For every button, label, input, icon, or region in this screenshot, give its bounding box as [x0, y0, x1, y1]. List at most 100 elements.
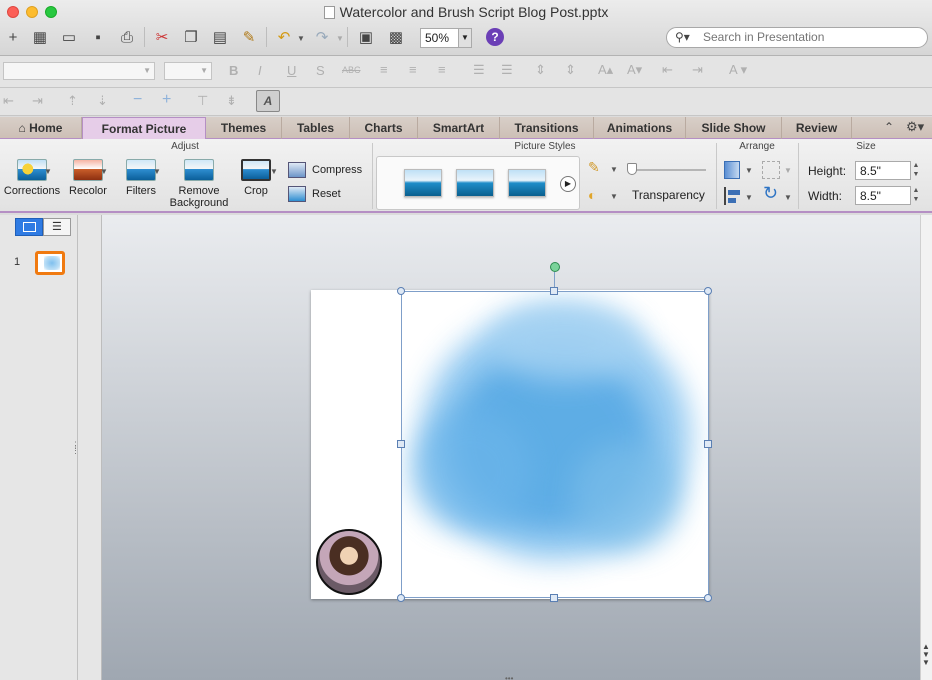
author-avatar[interactable]	[316, 529, 382, 595]
slides-view-button[interactable]	[15, 218, 43, 236]
redo-icon[interactable]: ↷	[311, 26, 333, 48]
picture-style-thumbnail[interactable]	[508, 169, 546, 197]
pane-splitter[interactable]: ⋮ ⋮	[71, 215, 102, 680]
slide-layout-icon[interactable]: ▣	[355, 26, 377, 48]
tab-slide-show[interactable]: Slide Show	[686, 117, 782, 139]
numbering-icon[interactable]: ☰	[501, 62, 513, 78]
resize-handle-top-left[interactable]	[397, 287, 405, 295]
drag-handle-icon[interactable]: ⋮ ⋮	[71, 441, 80, 455]
group-objects-icon[interactable]	[762, 161, 780, 179]
increase-font-icon[interactable]: A▴	[598, 62, 613, 78]
align-center-icon[interactable]: ≡	[409, 62, 417, 77]
save-icon[interactable]: ▪	[87, 26, 109, 48]
move-down-icon[interactable]: ⇣	[97, 93, 108, 109]
tab-transitions[interactable]: Transitions	[500, 117, 594, 139]
paste-icon[interactable]: ▤	[209, 26, 231, 48]
reset-button[interactable]: Reset	[288, 186, 358, 204]
decrease-indent-icon[interactable]: ⇤	[662, 62, 673, 78]
move-up-icon[interactable]: ⇡	[67, 93, 78, 109]
picture-style-thumbnail[interactable]	[404, 169, 442, 197]
help-icon[interactable]: ?	[486, 28, 504, 46]
increase-indent-icon[interactable]: ⇥	[692, 62, 703, 78]
copy-icon[interactable]: ❐	[180, 26, 202, 48]
recolor-button[interactable]: Recolor	[64, 159, 112, 197]
expand-icon[interactable]: +	[162, 91, 171, 109]
font-name-field[interactable]: ▼	[3, 62, 155, 80]
tab-home[interactable]: ⌂ Home	[0, 117, 82, 139]
new-document-icon[interactable]: +	[2, 26, 24, 48]
underline-icon[interactable]: U	[287, 63, 296, 78]
chevron-down-icon[interactable]: ▼	[153, 167, 161, 176]
undo-icon[interactable]: ↶	[273, 26, 295, 48]
italic-icon[interactable]: I	[258, 63, 262, 78]
outline-view-button[interactable]: ☰	[43, 218, 71, 236]
line-spacing-icon[interactable]: ⇕	[535, 62, 546, 78]
crop-button[interactable]: Crop	[234, 159, 278, 197]
tab-animations[interactable]: Animations	[594, 117, 686, 139]
chevron-down-icon[interactable]: ▼	[270, 167, 278, 176]
shadow-icon[interactable]: S	[316, 63, 325, 78]
redo-dropdown-icon[interactable]: ▼	[336, 34, 344, 43]
gear-icon[interactable]: ⚙▾	[906, 119, 924, 135]
align-left-icon[interactable]: ≡	[380, 62, 388, 77]
gallery-next-icon[interactable]: ▶	[560, 176, 576, 192]
corrections-button[interactable]: Corrections	[3, 159, 61, 197]
align-right-icon[interactable]: ≡	[438, 62, 446, 77]
height-stepper-icon[interactable]: ▲ ▼	[911, 161, 921, 180]
chevron-down-icon[interactable]: ▼	[745, 193, 753, 202]
scroll-arrows-icon[interactable]: ▲ ▼ ▼	[922, 643, 930, 667]
paragraph-spacing-icon[interactable]: ⇕	[565, 62, 576, 78]
print-icon[interactable]: ⎙	[116, 26, 138, 48]
compress-button[interactable]: Compress	[288, 162, 368, 180]
height-input[interactable]: 8.5"	[855, 161, 911, 180]
picture-border-icon[interactable]: ✎	[588, 159, 600, 176]
font-color-icon[interactable]: A ▾	[729, 62, 747, 78]
undo-dropdown-icon[interactable]: ▼	[297, 34, 305, 43]
notes-splitter-icon[interactable]: •••	[505, 674, 513, 680]
resize-handle-top-right[interactable]	[704, 287, 712, 295]
collapse-ribbon-icon[interactable]: ⌃	[884, 120, 894, 134]
picture-style-thumbnail[interactable]	[456, 169, 494, 197]
width-stepper-icon[interactable]: ▲ ▼	[911, 186, 921, 205]
rotate-icon[interactable]: ↻	[763, 183, 778, 204]
vertical-scrollbar[interactable]: ▲ ▼ ▼	[920, 215, 932, 680]
slide-thumbnail[interactable]	[35, 251, 65, 275]
chevron-down-icon[interactable]: ▼	[610, 192, 618, 201]
picture-effects-icon[interactable]: ◐	[588, 187, 596, 203]
chevron-down-icon[interactable]: ▼	[100, 167, 108, 176]
resize-handle-bottom-right[interactable]	[704, 594, 712, 602]
chevron-down-icon[interactable]: ▼	[745, 166, 753, 175]
resize-handle-left[interactable]	[397, 440, 405, 448]
strikethrough-icon[interactable]: ABC	[342, 65, 361, 75]
tab-themes[interactable]: Themes	[206, 117, 282, 139]
chevron-down-icon[interactable]: ▼	[784, 166, 792, 175]
collapse-icon[interactable]: −	[133, 91, 142, 109]
format-painter-icon[interactable]: ✎	[238, 26, 260, 48]
chevron-down-icon[interactable]: ▼	[784, 193, 792, 202]
demote-icon[interactable]: ⇥	[32, 93, 43, 109]
rotation-handle[interactable]	[550, 262, 560, 272]
resize-handle-bottom[interactable]	[550, 594, 558, 602]
cut-icon[interactable]: ✂	[151, 26, 173, 48]
filters-button[interactable]: Filters	[116, 159, 166, 197]
search-input[interactable]	[703, 30, 913, 44]
promote-icon[interactable]: ⇤	[3, 93, 14, 109]
transparency-slider-thumb[interactable]	[627, 163, 637, 175]
tab-smartart[interactable]: SmartArt	[418, 117, 500, 139]
slideshow-icon[interactable]: ▩	[385, 26, 407, 48]
transparency-slider-track[interactable]	[630, 169, 706, 171]
reorder-icon[interactable]	[724, 161, 740, 179]
tab-charts[interactable]: Charts	[350, 117, 418, 139]
search-field[interactable]: ⚲▾	[666, 27, 928, 48]
align-objects-icon[interactable]	[724, 187, 742, 205]
remove-background-button[interactable]: Remove Background	[166, 159, 232, 209]
tab-review[interactable]: Review	[782, 117, 852, 139]
bullets-icon[interactable]: ☰	[473, 62, 485, 78]
zoom-select[interactable]: 50% ▼	[420, 28, 472, 48]
font-size-field[interactable]: ▼	[164, 62, 212, 80]
tab-tables[interactable]: Tables	[282, 117, 350, 139]
open-folder-icon[interactable]: ▭	[58, 26, 80, 48]
chevron-down-icon[interactable]: ▼	[610, 165, 618, 174]
bold-icon[interactable]: B	[229, 63, 238, 78]
resize-handle-bottom-left[interactable]	[397, 594, 405, 602]
